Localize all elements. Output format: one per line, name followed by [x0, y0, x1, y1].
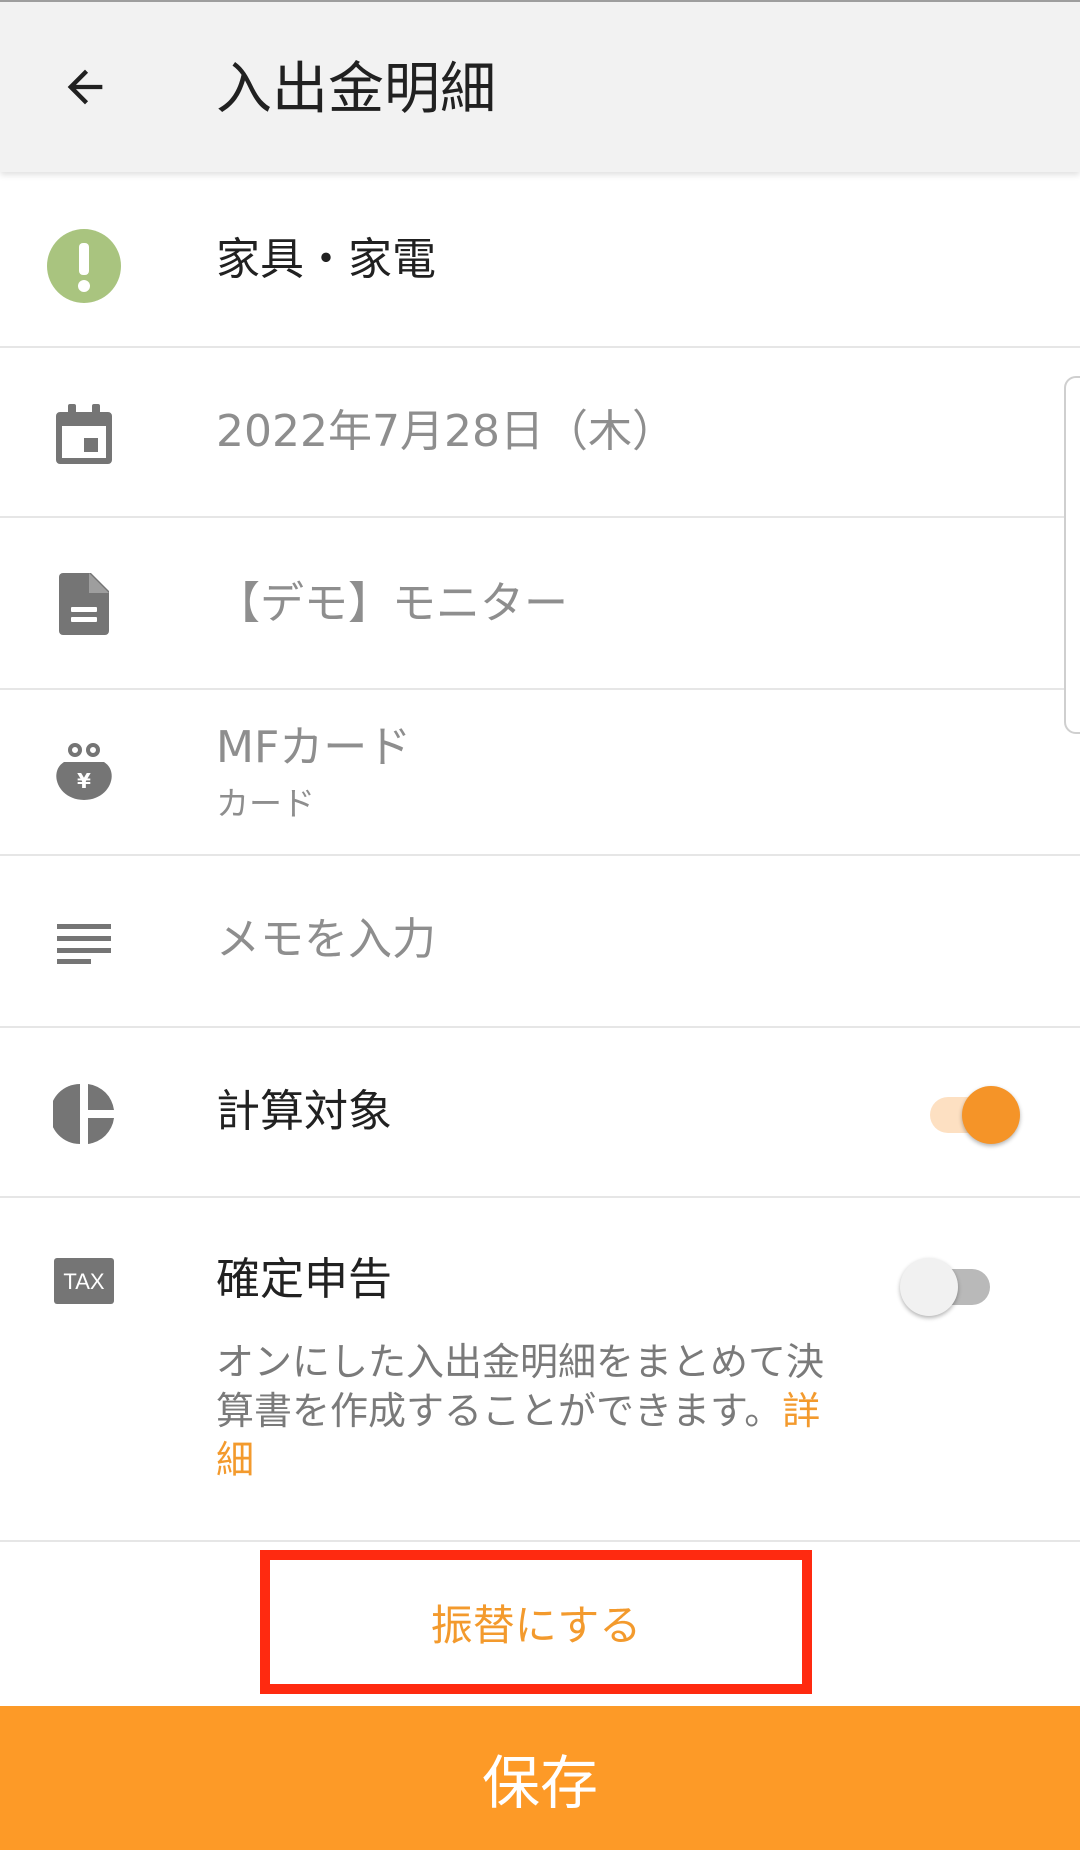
- toggle-thumb: [900, 1258, 958, 1316]
- save-button[interactable]: 保存: [0, 1706, 1080, 1850]
- toggle-thumb: [962, 1086, 1020, 1144]
- description-text: オンにした入出金明細をまとめて決算書を作成することができます。: [216, 1340, 825, 1433]
- back-button[interactable]: [44, 46, 126, 128]
- page-title: 入出金明細: [216, 57, 496, 122]
- transfer-button[interactable]: 振替にする: [260, 1550, 812, 1694]
- arrow-back-icon: [67, 69, 103, 105]
- tax-icon-text: TAX: [63, 1269, 104, 1294]
- account-row[interactable]: ¥ MFカード カード: [0, 690, 1080, 856]
- category-row[interactable]: 家具・家電: [0, 172, 1080, 348]
- document-icon: [46, 566, 122, 642]
- scroll-indicator: [1064, 376, 1080, 734]
- exclamation-circle-icon: [46, 228, 122, 304]
- account-name: MFカード: [216, 722, 412, 773]
- memo-row[interactable]: メモを入力: [0, 856, 1080, 1028]
- notes-icon: [46, 906, 122, 982]
- memo-input[interactable]: メモを入力: [216, 912, 436, 968]
- tax-return-label: 確定申告: [216, 1254, 392, 1305]
- tax-return-description: オンにした入出金明細をまとめて決算書を作成することができます。詳細: [216, 1338, 856, 1485]
- calendar-icon: [46, 396, 122, 472]
- content-row[interactable]: 【デモ】モニター: [0, 518, 1080, 690]
- content-value: 【デモ】モニター: [216, 578, 568, 629]
- svg-text:¥: ¥: [77, 769, 91, 793]
- calc-target-row: 計算対象: [0, 1028, 1080, 1198]
- pie-chart-icon: [46, 1076, 122, 1152]
- wallet-yen-icon: ¥: [46, 734, 122, 810]
- page: 入出金明細 家具・家電 2022年7月28日（木） 【デモ】モニター ¥ MFカ…: [0, 0, 1080, 1850]
- app-bar: 入出金明細: [0, 0, 1080, 172]
- calc-target-toggle[interactable]: [924, 1080, 1020, 1144]
- date-value: 2022年7月28日（木）: [216, 406, 676, 457]
- tax-icon: TAX: [52, 1256, 116, 1306]
- account-type: カード: [216, 784, 315, 823]
- calc-target-label: 計算対象: [216, 1086, 392, 1137]
- tax-return-toggle[interactable]: [900, 1252, 996, 1316]
- date-row[interactable]: 2022年7月28日（木）: [0, 348, 1080, 518]
- category-label: 家具・家電: [216, 234, 436, 285]
